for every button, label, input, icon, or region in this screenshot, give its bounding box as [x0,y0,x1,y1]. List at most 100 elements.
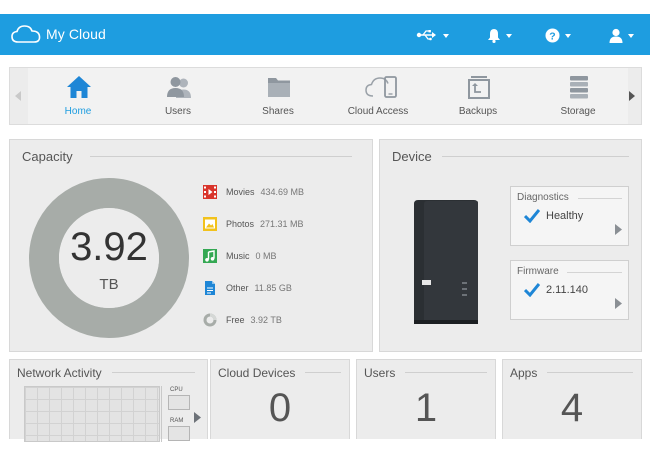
bell-icon [488,28,500,43]
nav-item-storage[interactable]: Storage [528,68,628,124]
storage-icon [570,76,588,99]
other-icon [203,281,217,295]
legend-label: Movies [226,187,255,197]
legend-label: Other [226,283,249,293]
top-header-bar: My Cloud ? [0,14,650,55]
legend-value: 11.85 GB [254,283,292,293]
users-panel[interactable]: Users 1 [356,359,496,439]
cloud-logo-icon [11,25,41,43]
device-panel: Device Diagnostics Healthy Firmware 2.11… [379,139,642,352]
firmware-card[interactable]: Firmware 2.11.140 [510,260,629,320]
user-menu-button[interactable] [609,24,634,46]
network-activity-graph[interactable] [24,386,160,442]
nav-item-label: Backups [458,106,498,117]
nav-item-users[interactable]: Users [128,68,228,124]
firmware-title: Firmware [517,266,559,277]
nav-items-container: Home Users Shares Cloud Access Backups S… [28,68,628,124]
chevron-right-icon [615,298,622,309]
legend-item-free: Free 3.92 TB [203,312,282,328]
chevron-down-icon [628,34,634,38]
main-nav-bar: Home Users Shares Cloud Access Backups S… [9,67,642,125]
firmware-open-button[interactable] [615,296,622,314]
home-icon [67,76,91,98]
legend-value: 271.31 MB [260,219,304,229]
diagnostics-open-button[interactable] [615,222,622,240]
legend-item-music: Music 0 MB [203,248,277,264]
usb-icon [416,30,436,41]
graph-divider [161,386,162,442]
network-activity-panel: Network Activity CPU RAM [9,359,208,442]
legend-item-other: Other 11.85 GB [203,280,292,296]
chevron-right-icon [629,91,635,101]
chevron-right-icon [194,412,201,423]
diagnostics-card[interactable]: Diagnostics Healthy [510,186,629,246]
card-divider [567,272,622,273]
folder-icon [268,78,290,97]
movies-icon [203,185,217,199]
cloud-devices-title: Cloud Devices [218,366,306,380]
user-icon [609,28,623,43]
nav-scroll-right-button[interactable] [626,88,638,104]
legend-value: 0 MB [255,251,277,261]
panel-divider [442,156,629,157]
capacity-total-value: 3.92 [70,225,148,269]
music-icon [203,249,217,263]
cloud-access-icon [365,76,397,98]
apps-title: Apps [510,366,548,380]
legend-label: Photos [226,219,255,229]
backups-icon [468,76,490,99]
capacity-donut-chart[interactable]: 3.92 TB [29,178,189,338]
checkmark-icon [524,283,540,297]
nav-item-label: Storage [560,106,596,117]
ram-meter[interactable] [168,426,190,441]
diagnostics-title: Diagnostics [517,192,569,203]
cpu-label: CPU [170,387,183,393]
panel-divider [106,372,195,373]
network-expand-button[interactable] [194,410,201,428]
svg-text:?: ? [549,30,555,42]
nav-item-backups[interactable]: Backups [428,68,528,124]
capacity-total-unit: TB [99,276,119,293]
nav-item-label: Shares [262,106,294,117]
nas-device-image [414,200,478,324]
ram-label: RAM [170,418,184,424]
cpu-meter[interactable] [168,395,190,410]
notifications-button[interactable] [487,24,512,46]
nav-item-cloud-access[interactable]: Cloud Access [328,68,428,124]
checkmark-icon [524,209,540,223]
users-count: 1 [414,386,438,430]
device-title: Device [392,149,442,164]
users-icon [167,77,191,98]
free-icon [203,313,217,327]
diagnostics-status-text: Healthy [546,210,584,222]
chevron-down-icon [443,34,449,38]
help-button[interactable]: ? [545,24,571,46]
chevron-left-icon [15,91,21,101]
card-divider [578,198,622,199]
network-activity-title: Network Activity [17,366,112,380]
chevron-down-icon [506,34,512,38]
nav-item-home[interactable]: Home [28,68,128,124]
cloud-devices-panel[interactable]: Cloud Devices 0 [210,359,350,439]
legend-value: 434.69 MB [260,187,305,197]
chevron-right-icon [615,224,622,235]
capacity-title: Capacity [22,149,83,164]
panel-divider [545,372,633,373]
help-icon: ? [545,28,560,42]
legend-item-photos: Photos 271.31 MB [203,216,304,232]
cloud-devices-count: 0 [268,386,292,430]
legend-label: Free [226,315,245,325]
apps-panel[interactable]: Apps 4 [502,359,642,439]
users-title: Users [364,366,406,380]
usb-menu-button[interactable] [416,24,449,46]
legend-value: 3.92 TB [250,315,282,325]
my-cloud-logo[interactable]: My Cloud [11,24,106,44]
firmware-status: 2.11.140 [524,283,588,297]
nav-item-shares[interactable]: Shares [228,68,328,124]
panel-divider [401,372,487,373]
app-title: My Cloud [46,26,106,42]
nav-item-label: Users [164,106,192,117]
legend-item-movies: Movies 434.69 MB [203,184,304,200]
nav-scroll-left-button[interactable] [12,88,24,104]
nav-item-label: Cloud Access [347,106,409,117]
